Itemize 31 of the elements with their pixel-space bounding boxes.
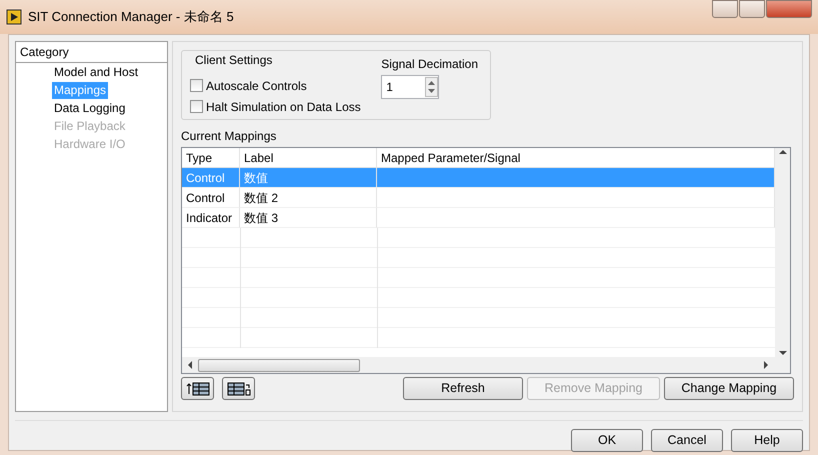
dialog-button[interactable]: Cancel [651,429,723,452]
checkbox-label[interactable]: Halt Simulation on Data Loss [206,100,361,114]
refresh-button[interactable]: Refresh [403,377,523,400]
scroll-left-icon[interactable] [186,361,194,369]
export-table-button[interactable] [222,377,255,400]
category-item[interactable]: Data Logging [52,100,128,117]
scroll-right-icon[interactable] [762,361,770,369]
dialog-button[interactable]: OK [571,429,643,452]
import-table-button[interactable] [181,377,214,400]
category-heading: Category [16,42,167,63]
checkbox[interactable] [190,100,203,113]
scroll-thumb[interactable] [198,358,360,372]
minimize-button[interactable] [712,0,738,18]
category-item[interactable]: Model and Host [52,64,140,81]
decimation-field[interactable]: 1 [381,75,440,99]
table-cell: Control [182,188,240,208]
dialog-button[interactable]: Help [731,429,803,452]
table-cell: 数值 2 [240,188,377,208]
spinner-icon[interactable] [425,77,438,97]
maximize-button[interactable] [739,0,765,18]
app-icon [6,9,22,25]
section-title: Current Mappings [181,128,278,145]
table-cell: 数值 [240,168,377,188]
table-row[interactable]: Control 数值 2 [182,188,775,208]
change-mapping-button[interactable]: Change Mapping [664,377,794,400]
field-label: Signal Decimation [381,56,478,73]
window-title: SIT Connection Manager - 未命名 5 [28,8,234,26]
checkbox-label[interactable]: Autoscale Controls [206,79,307,93]
table-cell: Control [182,168,240,188]
checkbox[interactable] [190,79,203,92]
scroll-up-icon[interactable] [778,148,786,156]
